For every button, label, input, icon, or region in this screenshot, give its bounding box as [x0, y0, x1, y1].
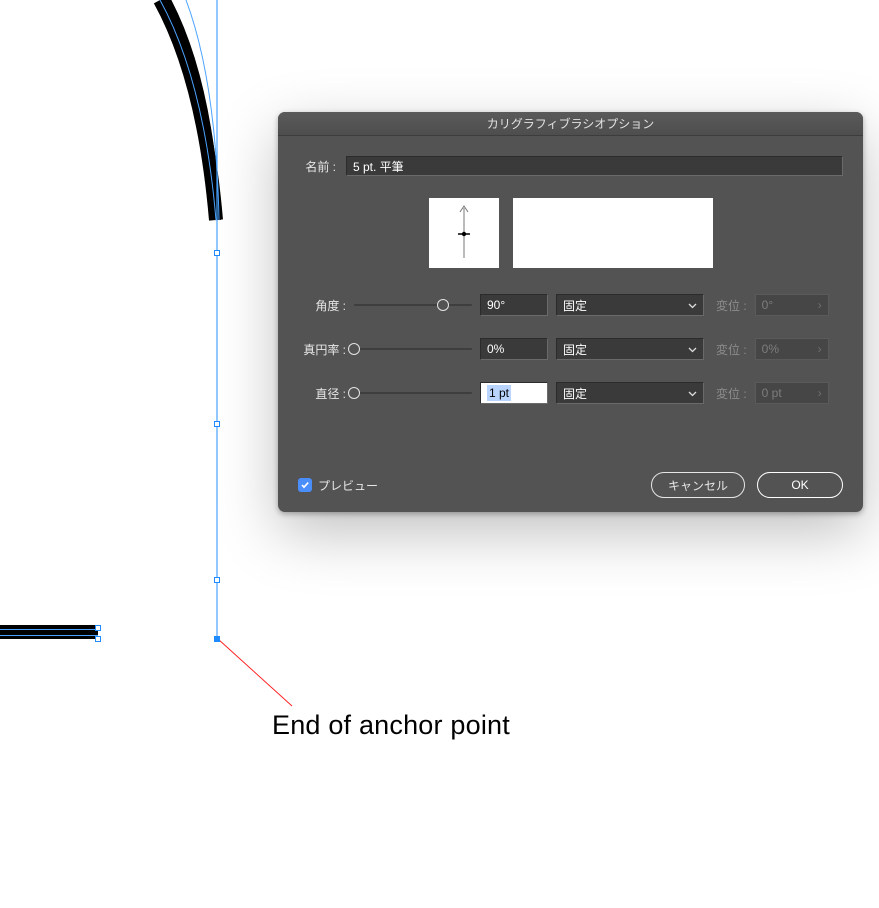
anchor-point[interactable] [95, 625, 101, 631]
cancel-button[interactable]: キャンセル [651, 472, 745, 498]
chevron-right-icon: › [818, 386, 822, 400]
dialog-title: カリグラフィブラシオプション [278, 112, 863, 136]
angle-mode-select[interactable]: 固定 [556, 294, 704, 316]
brush-name-input[interactable] [346, 156, 843, 176]
anchor-point[interactable] [95, 636, 101, 642]
roundness-slider[interactable] [354, 342, 472, 356]
diameter-variation-label: 変位 : [716, 385, 747, 402]
annotation-label: End of anchor point [272, 710, 510, 741]
diameter-variation-input: 0 pt › [755, 382, 829, 404]
shape-preview [513, 198, 713, 268]
roundness-input[interactable]: 0% [480, 338, 548, 360]
angle-input[interactable]: 90° [480, 294, 548, 316]
checkbox-checked-icon [298, 478, 312, 492]
name-label: 名前 : [298, 158, 336, 175]
angle-label: 角度 : [298, 297, 346, 314]
chevron-right-icon: › [818, 342, 822, 356]
ok-button[interactable]: OK [757, 472, 843, 498]
diameter-slider[interactable] [354, 386, 472, 400]
angle-preview[interactable] [429, 198, 499, 268]
diameter-row: 直径 : 1 pt 固定 変位 : 0 pt › [298, 382, 843, 404]
angle-row: 角度 : 90° 固定 変位 : 0° › [298, 294, 843, 316]
angle-slider[interactable] [354, 298, 472, 312]
preview-checkbox-label: プレビュー [318, 477, 378, 494]
chevron-down-icon [688, 301, 697, 310]
roundness-mode-select[interactable]: 固定 [556, 338, 704, 360]
chevron-down-icon [688, 389, 697, 398]
black-bar-shape [0, 625, 98, 639]
diameter-label: 直径 : [298, 385, 346, 402]
angle-variation-label: 変位 : [716, 297, 747, 314]
anchor-point[interactable] [214, 577, 220, 583]
preview-checkbox[interactable]: プレビュー [298, 477, 378, 494]
diameter-input[interactable]: 1 pt [480, 382, 548, 404]
anchor-point[interactable] [214, 421, 220, 427]
chevron-down-icon [688, 345, 697, 354]
roundness-variation-input: 0% › [755, 338, 829, 360]
anchor-point[interactable] [214, 250, 220, 256]
diameter-mode-select[interactable]: 固定 [556, 382, 704, 404]
chevron-right-icon: › [818, 298, 822, 312]
anchor-point-end[interactable] [214, 636, 220, 642]
brush-options-dialog: カリグラフィブラシオプション 名前 : 角度 : [278, 112, 863, 512]
roundness-row: 真円率 : 0% 固定 変位 : 0% › [298, 338, 843, 360]
roundness-label: 真円率 : [298, 341, 346, 358]
roundness-variation-label: 変位 : [716, 341, 747, 358]
angle-variation-input: 0° › [755, 294, 829, 316]
